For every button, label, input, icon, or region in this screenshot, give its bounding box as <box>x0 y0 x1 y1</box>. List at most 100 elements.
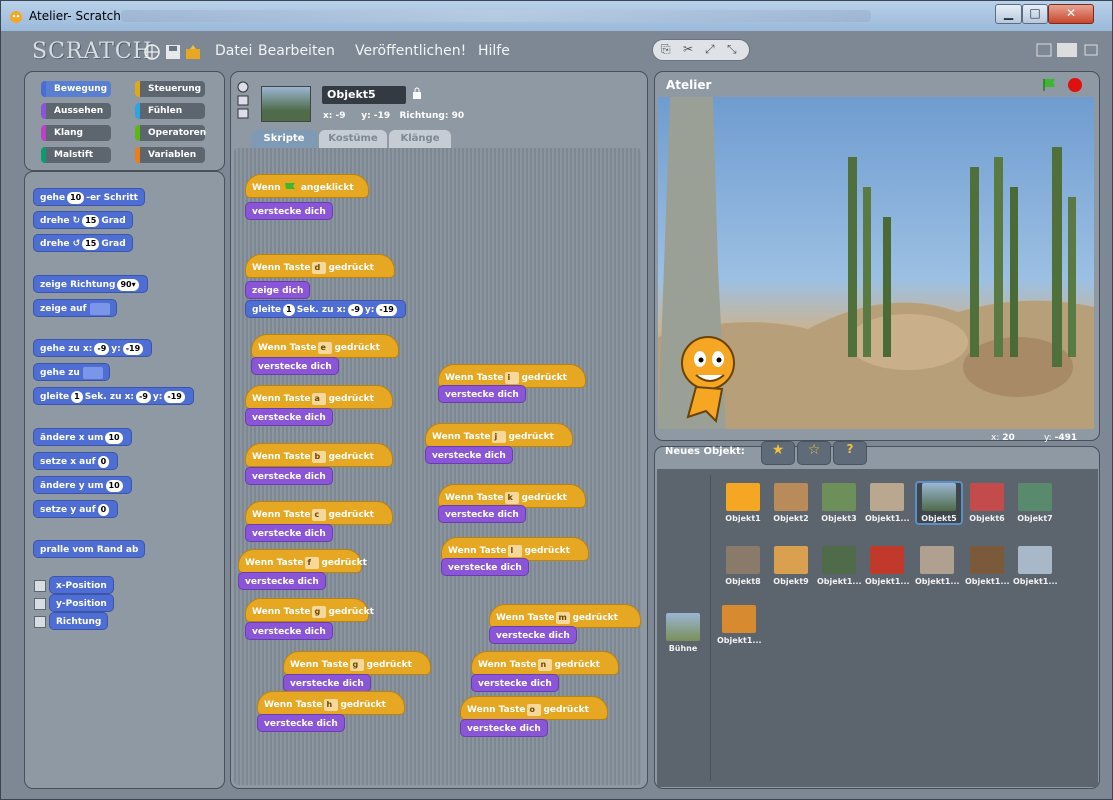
menu-veroeffentlichen[interactable]: Veröffentlichen! <box>355 43 466 59</box>
block-pralle[interactable]: pralle vom Rand ab <box>33 540 146 558</box>
checkbox-richtung[interactable] <box>34 616 46 628</box>
reporter-x-position[interactable]: x-Position <box>49 576 114 594</box>
stage-layout-icons[interactable] <box>1035 42 1105 60</box>
sprite-item[interactable]: Objekt1... <box>817 546 862 586</box>
paint-new-sprite-button[interactable]: ★ <box>761 441 795 465</box>
stage-canvas[interactable] <box>658 97 1094 429</box>
script-key-hat-j[interactable]: Wenn Taste j gedrückt <box>425 423 573 447</box>
block-verstecke-dich[interactable]: verstecke dich <box>441 558 529 576</box>
block-gleite[interactable]: gleite 1 Sek. zu x: -9 y: -19 <box>33 387 194 405</box>
block-zeige-auf[interactable]: zeige auf <box>33 299 117 317</box>
duplicate-tool-icon[interactable]: ⎘ <box>661 42 671 57</box>
sprite-item[interactable]: Objekt3 <box>817 483 861 523</box>
sprite-item[interactable]: Objekt8 <box>721 546 765 586</box>
block-drehe-links[interactable]: drehe ↺ 15 Grad <box>33 234 133 252</box>
sprite-name-field[interactable]: Objekt5 <box>322 86 406 104</box>
block-drehe-rechts[interactable]: drehe ↻ 15 Grad <box>33 211 133 229</box>
sprite-item[interactable]: Objekt1... <box>865 483 910 523</box>
block-verstecke-dich[interactable]: verstecke dich <box>245 467 333 485</box>
tab-skripte[interactable]: Skripte <box>251 130 317 148</box>
script-key-hat-c[interactable]: Wenn Taste c gedrückt <box>245 501 393 525</box>
reporter-y-position[interactable]: y-Position <box>49 594 114 612</box>
sprite-item[interactable]: Objekt9 <box>769 546 813 586</box>
category-bewegung[interactable]: Bewegung <box>41 81 111 97</box>
block-verstecke-dich[interactable]: verstecke dich <box>245 622 333 640</box>
block-verstecke-dich[interactable]: verstecke dich <box>460 719 548 737</box>
block-verstecke-dich[interactable]: verstecke dich <box>238 572 326 590</box>
script-key-hat-n[interactable]: Wenn Taste n gedrückt <box>471 651 619 675</box>
block-verstecke-dich[interactable]: verstecke dich <box>283 674 371 692</box>
block-gehe[interactable]: gehe 10 -er Schritt <box>33 188 145 206</box>
menu-hilfe[interactable]: Hilfe <box>478 43 510 59</box>
script-key-hat-a[interactable]: Wenn Taste a gedrückt <box>245 385 393 409</box>
lock-icon[interactable] <box>412 87 422 99</box>
block-verstecke-dich[interactable]: verstecke dich <box>245 202 333 220</box>
stage-thumbnail[interactable]: Bühne <box>661 613 705 653</box>
scratch-cat-sprite[interactable] <box>666 325 746 425</box>
block-gehe-zu-xy[interactable]: gehe zu x: -9 y: -19 <box>33 339 153 357</box>
menu-bearbeiten[interactable]: Bearbeiten <box>258 43 335 59</box>
script-key-hat-b[interactable]: Wenn Taste b gedrückt <box>245 443 393 467</box>
sprite-item[interactable]: Objekt1... <box>915 546 960 586</box>
category-klang[interactable]: Klang <box>41 125 111 141</box>
script-key-hat-o[interactable]: Wenn Taste o gedrückt <box>460 696 608 720</box>
block-zeige-richtung[interactable]: zeige Richtung 90▾ <box>33 275 148 293</box>
sprite-item-selected[interactable]: Objekt5 <box>915 481 963 525</box>
block-verstecke-dich[interactable]: verstecke dich <box>245 524 333 542</box>
green-flag-icon[interactable] <box>1042 78 1058 92</box>
checkbox-x-position[interactable] <box>34 580 46 592</box>
delete-tool-icon[interactable]: ✂ <box>683 42 693 56</box>
script-key-hat-g[interactable]: Wenn Taste g gedrückt <box>245 598 374 622</box>
reporter-richtung[interactable]: Richtung <box>49 612 109 630</box>
category-variablen[interactable]: Variablen <box>135 147 205 163</box>
category-aussehen[interactable]: Aussehen <box>41 103 111 119</box>
block-verstecke-dich[interactable]: verstecke dich <box>257 714 345 732</box>
script-key-hat-d[interactable]: Wenn Taste d gedrückt <box>245 254 395 278</box>
menu-datei[interactable]: Datei <box>215 43 252 59</box>
script-green-flag-hat[interactable]: Wenn angeklickt <box>245 174 369 198</box>
block-verstecke-dich[interactable]: verstecke dich <box>425 446 513 464</box>
sprite-item[interactable]: Objekt2 <box>769 483 813 523</box>
block-setze-x[interactable]: setze x auf 0 <box>33 452 119 470</box>
sprite-item[interactable]: Objekt7 <box>1013 483 1057 523</box>
script-key-hat-g2[interactable]: Wenn Taste g gedrückt <box>283 651 431 675</box>
sprite-item[interactable]: Objekt1... <box>965 546 1010 586</box>
sprite-item[interactable]: Objekt1... <box>865 546 910 586</box>
category-steuerung[interactable]: Steuerung <box>135 81 205 97</box>
close-button[interactable]: ✕ <box>1048 4 1094 24</box>
script-key-hat-f[interactable]: Wenn Taste f gedrückt <box>238 549 367 573</box>
globe-icon[interactable] <box>144 44 160 60</box>
category-fuehlen[interactable]: Fühlen <box>135 103 205 119</box>
script-key-hat-h[interactable]: Wenn Taste h gedrückt <box>257 691 405 715</box>
sprite-item[interactable]: Objekt1... <box>717 605 762 645</box>
minimize-button[interactable]: ▁ <box>995 4 1022 24</box>
block-verstecke-dich[interactable]: verstecke dich <box>489 626 577 644</box>
checkbox-y-position[interactable] <box>34 598 46 610</box>
sprite-item[interactable]: Objekt1... <box>1013 546 1058 586</box>
script-key-hat-m[interactable]: Wenn Taste m gedrückt <box>489 604 641 628</box>
rotation-style-icons[interactable] <box>237 81 249 121</box>
block-aendere-y[interactable]: ändere y um 10 <box>33 476 132 494</box>
block-gehe-zu[interactable]: gehe zu <box>33 363 110 381</box>
maximize-button[interactable]: □ <box>1022 4 1048 24</box>
block-setze-y[interactable]: setze y auf 0 <box>33 500 119 518</box>
block-verstecke-dich[interactable]: verstecke dich <box>245 408 333 426</box>
block-gleite-script[interactable]: gleite 1 Sek. zu x: -9 y: -19 <box>245 300 406 318</box>
block-verstecke-dich[interactable]: verstecke dich <box>438 505 526 523</box>
block-verstecke-dich[interactable]: verstecke dich <box>438 385 526 403</box>
random-sprite-button[interactable]: ? <box>833 441 867 465</box>
stop-icon[interactable] <box>1067 77 1083 93</box>
block-verstecke-dich[interactable]: verstecke dich <box>471 674 559 692</box>
share-icon[interactable] <box>185 44 201 60</box>
grow-tool-icon[interactable]: ⤢ <box>705 42 715 57</box>
shrink-tool-icon[interactable]: ⤡ <box>727 42 737 57</box>
block-verstecke-dich[interactable]: verstecke dich <box>251 357 339 375</box>
block-zeige-dich[interactable]: zeige dich <box>245 281 311 299</box>
sprite-item[interactable]: Objekt1 <box>721 483 765 523</box>
script-key-hat-e[interactable]: Wenn Taste e gedrückt <box>251 334 399 358</box>
sprite-item[interactable]: Objekt6 <box>965 483 1009 523</box>
tab-kostueme[interactable]: Kostüme <box>319 130 387 148</box>
category-operatoren[interactable]: Operatoren <box>135 125 206 141</box>
choose-sprite-button[interactable]: ☆ <box>797 441 831 465</box>
save-icon[interactable] <box>165 44 181 60</box>
